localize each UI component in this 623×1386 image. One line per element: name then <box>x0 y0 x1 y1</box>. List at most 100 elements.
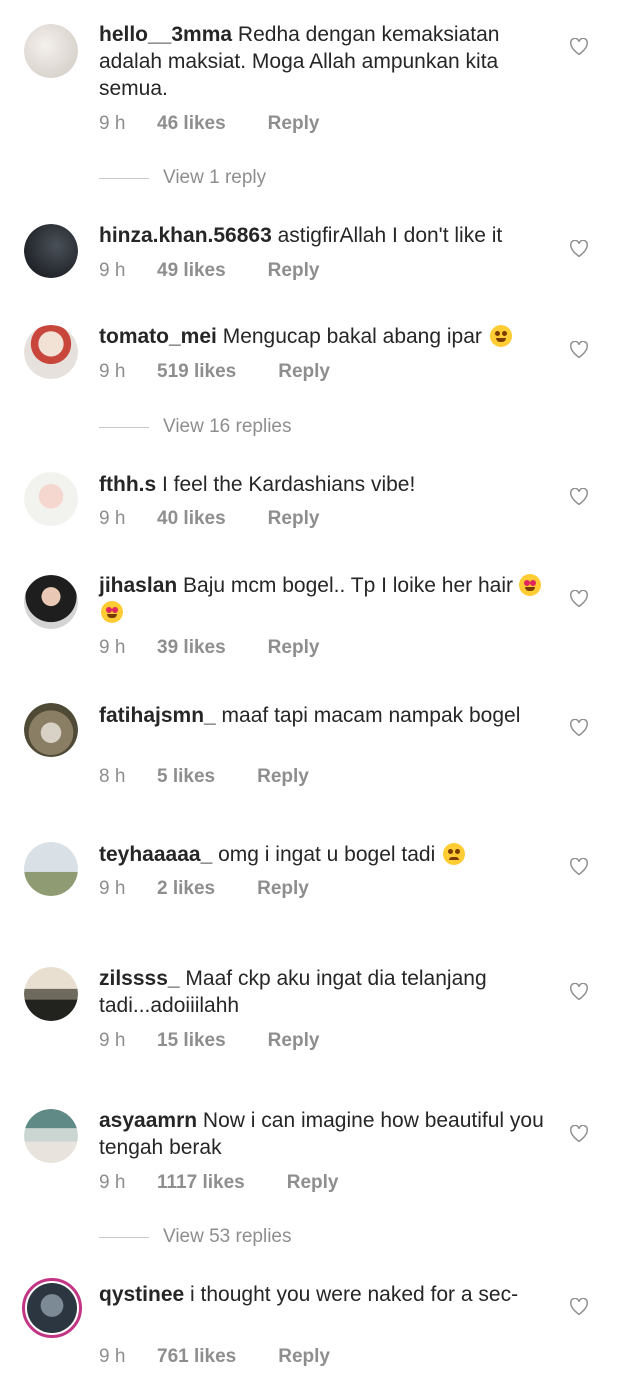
reply-button[interactable]: Reply <box>268 260 320 282</box>
heart-outline-icon[interactable] <box>569 858 589 876</box>
heart-outline-icon[interactable] <box>569 341 589 359</box>
comment-text: zilssss_ Maaf ckp aku ingat dia telanjan… <box>99 965 554 1019</box>
comment-body: Mengucap bakal abang ipar <box>222 325 482 348</box>
reply-button[interactable]: Reply <box>268 113 320 135</box>
comment-text: tomato_mei Mengucap bakal abang ipar <box>99 323 554 350</box>
avatar[interactable] <box>24 24 78 78</box>
avatar[interactable] <box>24 703 78 757</box>
heart-outline-icon[interactable] <box>569 240 589 258</box>
comment-likes[interactable]: 519 likes <box>157 361 236 383</box>
comment-text: fatihajsmn_ maaf tapi macam nampak bogel <box>99 702 554 729</box>
comment-time: 9 h <box>99 260 126 281</box>
comment-body: Baju mcm bogel.. Tp I loike her hair <box>183 574 513 597</box>
comment-time: 9 h <box>99 1346 126 1367</box>
comment-time: 9 h <box>99 113 126 134</box>
comment-username[interactable]: hello__3mma <box>99 23 232 46</box>
heart-outline-icon[interactable] <box>569 38 589 56</box>
avatar[interactable] <box>24 967 78 1021</box>
view-replies-button[interactable]: View 53 replies <box>99 1226 292 1248</box>
comment-likes[interactable]: 39 likes <box>157 637 226 659</box>
avatar[interactable] <box>24 575 78 629</box>
worried-emoji-icon <box>443 843 466 865</box>
comment-text: asyaamrn Now i can imagine how beautiful… <box>99 1107 554 1161</box>
comment-likes[interactable]: 40 likes <box>157 508 226 530</box>
comment-time: 9 h <box>99 508 126 529</box>
view-replies-button[interactable]: View 16 replies <box>99 416 292 438</box>
reply-button[interactable]: Reply <box>257 878 309 900</box>
reply-button[interactable]: Reply <box>268 508 320 530</box>
comment-username[interactable]: qystinee <box>99 1283 184 1306</box>
comment-username[interactable]: jihaslan <box>99 574 177 597</box>
heart-outline-icon[interactable] <box>569 590 589 608</box>
comment-time: 9 h <box>99 1030 126 1051</box>
reply-button[interactable]: Reply <box>287 1172 339 1194</box>
view-replies-label: View 1 reply <box>163 167 267 188</box>
view-replies-button[interactable]: View 1 reply <box>99 167 266 189</box>
divider-line <box>99 426 149 428</box>
comment-meta: 9 h 39 likes Reply <box>99 637 319 659</box>
comment-username[interactable]: fthh.s <box>99 473 156 496</box>
heart-outline-icon[interactable] <box>569 488 589 506</box>
comment-time: 9 h <box>99 637 126 658</box>
comment-username[interactable]: teyhaaaaa_ <box>99 843 212 866</box>
heart-outline-icon[interactable] <box>569 983 589 1001</box>
comment-username[interactable]: asyaamrn <box>99 1109 197 1132</box>
reply-button[interactable]: Reply <box>257 766 309 788</box>
comment-likes[interactable]: 1117 likes <box>157 1172 245 1194</box>
comment-likes[interactable]: 761 likes <box>157 1346 236 1368</box>
reply-button[interactable]: Reply <box>278 361 330 383</box>
comment-username[interactable]: hinza.khan.56863 <box>99 224 272 247</box>
comment-text: teyhaaaaa_ omg i ingat u bogel tadi <box>99 841 554 868</box>
comment-text: jihaslan Baju mcm bogel.. Tp I loike her… <box>99 572 554 626</box>
avatar[interactable] <box>24 842 78 896</box>
comment-body: i thought you were naked for a sec- <box>190 1283 519 1306</box>
view-replies-label: View 53 replies <box>163 1226 292 1247</box>
comment-time: 9 h <box>99 878 126 899</box>
avatar[interactable] <box>24 1109 78 1163</box>
laughing-emoji-icon <box>489 325 512 347</box>
comment-meta: 9 h 46 likes Reply <box>99 113 319 135</box>
view-replies-label: View 16 replies <box>163 416 292 437</box>
comment-likes[interactable]: 46 likes <box>157 113 226 135</box>
heart-outline-icon[interactable] <box>569 719 589 737</box>
comment-meta: 9 h 15 likes Reply <box>99 1030 319 1052</box>
comment-text: hello__3mma Redha dengan kemaksiatan ada… <box>99 21 554 102</box>
heart-eyes-emoji-icon <box>101 601 123 623</box>
comment-likes[interactable]: 2 likes <box>157 878 215 900</box>
heart-eyes-emoji-icon <box>518 574 541 596</box>
heart-outline-icon[interactable] <box>569 1298 589 1316</box>
comment-likes[interactable]: 15 likes <box>157 1030 226 1052</box>
comment-meta: 9 h 1117 likes Reply <box>99 1172 338 1194</box>
comment-likes[interactable]: 5 likes <box>157 766 215 788</box>
heart-outline-icon[interactable] <box>569 1125 589 1143</box>
comment-body: omg i ingat u bogel tadi <box>218 843 436 866</box>
comment-username[interactable]: tomato_mei <box>99 325 217 348</box>
comment-meta: 9 h 519 likes Reply <box>99 361 330 383</box>
comment-body: maaf tapi macam nampak bogel <box>221 704 521 727</box>
avatar[interactable] <box>24 224 78 278</box>
comment-username[interactable]: fatihajsmn_ <box>99 704 216 727</box>
avatar[interactable] <box>24 472 78 526</box>
comment-username[interactable]: zilssss_ <box>99 967 180 990</box>
avatar[interactable] <box>24 325 78 379</box>
avatar-with-story-ring[interactable] <box>22 1278 82 1338</box>
divider-line <box>99 1236 149 1238</box>
comment-meta: 9 h 761 likes Reply <box>99 1346 330 1368</box>
comment-text: qystinee i thought you were naked for a … <box>99 1281 554 1308</box>
comment-meta: 9 h 49 likes Reply <box>99 260 319 282</box>
comment-body: I feel the Kardashians vibe! <box>162 473 416 496</box>
comment-meta: 9 h 40 likes Reply <box>99 508 319 530</box>
comment-time: 9 h <box>99 1172 126 1193</box>
comment-meta: 9 h 2 likes Reply <box>99 878 309 900</box>
reply-button[interactable]: Reply <box>268 637 320 659</box>
reply-button[interactable]: Reply <box>278 1346 330 1368</box>
comment-likes[interactable]: 49 likes <box>157 260 226 282</box>
reply-button[interactable]: Reply <box>268 1030 320 1052</box>
comment-time: 9 h <box>99 361 126 382</box>
comment-body: astigfirAllah I don't like it <box>277 224 503 247</box>
comment-text: fthh.s I feel the Kardashians vibe! <box>99 471 554 498</box>
comment-text: hinza.khan.56863 astigfirAllah I don't l… <box>99 222 554 249</box>
divider-line <box>99 177 149 179</box>
comment-time: 8 h <box>99 766 126 787</box>
comment-meta: 8 h 5 likes Reply <box>99 766 309 788</box>
